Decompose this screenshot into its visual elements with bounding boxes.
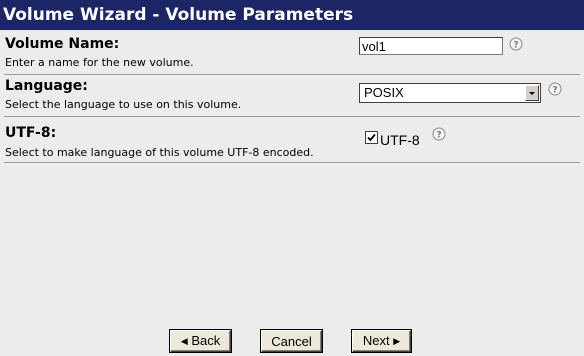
utf8-checkbox[interactable] <box>365 131 378 145</box>
language-select[interactable]: POSIX <box>359 83 541 103</box>
back-button-label: Back <box>191 333 221 348</box>
language-description: Select the language to use on this volum… <box>5 98 242 111</box>
cancel-button[interactable]: Cancel <box>260 329 323 353</box>
svg-text:?: ? <box>513 41 518 51</box>
back-button[interactable]: ◀ Back <box>169 329 232 353</box>
language-row: Language: Select the language to use on … <box>4 75 580 117</box>
chevron-down-icon[interactable] <box>525 85 539 101</box>
svg-text:?: ? <box>552 86 557 96</box>
next-button-label: Next <box>362 333 390 348</box>
volume-name-input[interactable] <box>359 37 503 55</box>
utf8-checkbox-group: UTF-8 <box>365 131 420 149</box>
language-label: Language: <box>5 78 88 94</box>
volume-name-row: Volume Name: Enter a name for the new vo… <box>4 33 580 75</box>
utf8-row: UTF-8: Select to make language of this v… <box>4 117 580 163</box>
next-button[interactable]: Next ▶ <box>351 329 412 353</box>
utf8-label: UTF-8: <box>5 125 57 141</box>
help-question-icon[interactable]: ? <box>548 82 562 96</box>
svg-text:?: ? <box>436 131 441 141</box>
chevron-left-icon: ◀ <box>180 336 188 346</box>
volume-name-label: Volume Name: <box>5 36 120 52</box>
wizard-title: Volume Wizard - Volume Parameters <box>0 0 584 30</box>
volume-name-description: Enter a name for the new volume. <box>5 56 194 69</box>
cancel-button-label: Cancel <box>271 333 312 349</box>
chevron-right-icon: ▶ <box>393 336 401 346</box>
utf8-checkbox-label[interactable]: UTF-8 <box>380 132 420 148</box>
help-question-icon[interactable]: ? <box>509 37 523 51</box>
help-question-icon[interactable]: ? <box>432 127 446 141</box>
checkmark-icon <box>367 134 376 142</box>
utf8-description: Select to make language of this volume U… <box>5 146 314 159</box>
language-selected-value: POSIX <box>364 85 404 100</box>
